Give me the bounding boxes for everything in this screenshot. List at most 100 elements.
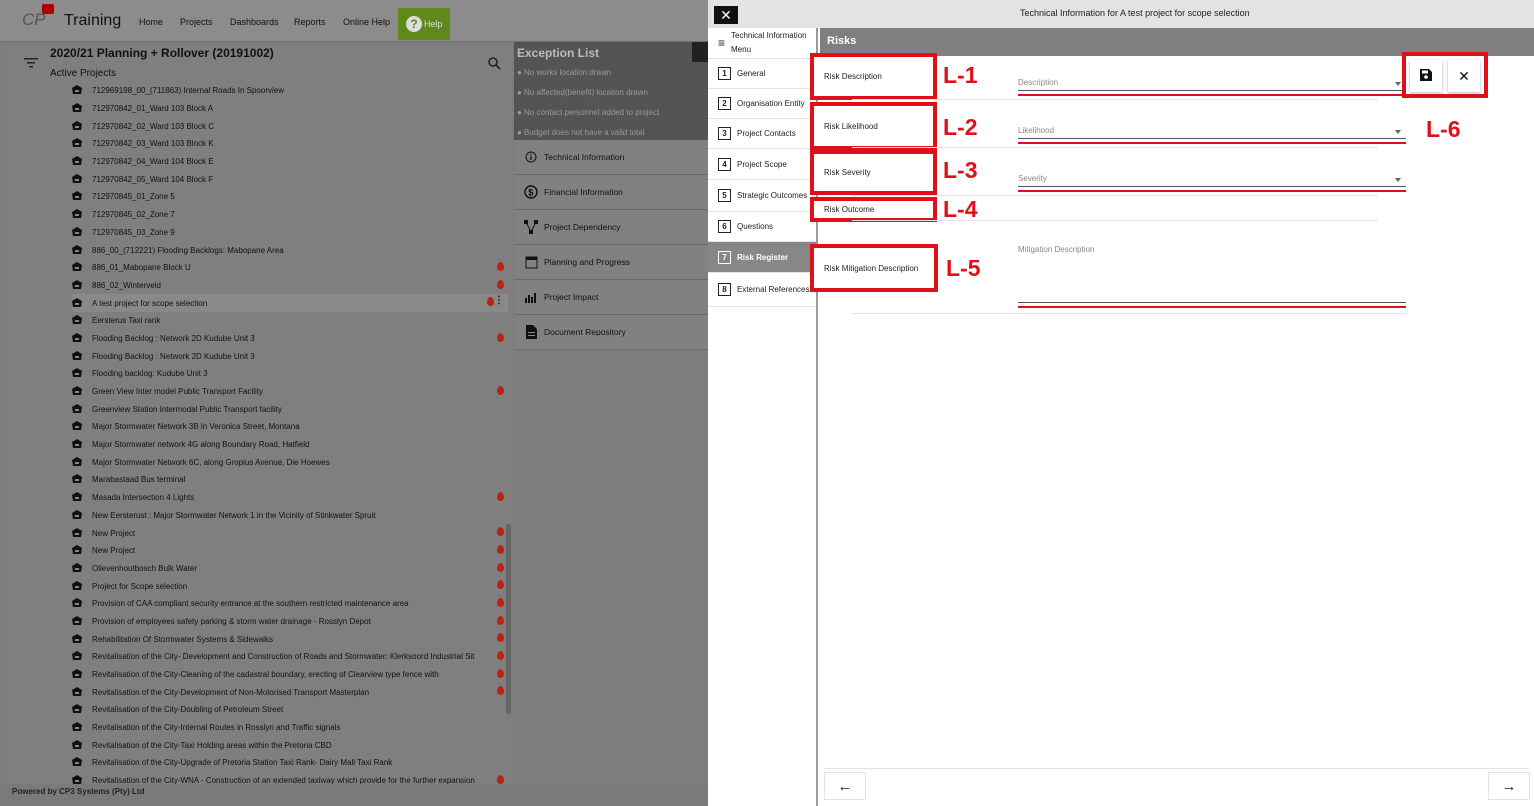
tech-menu-item[interactable]: 2 Organisation Entity bbox=[708, 89, 816, 119]
project-type-icon bbox=[72, 739, 84, 751]
nav-reports[interactable]: Reports bbox=[294, 17, 326, 27]
project-row[interactable]: Masada Intersection 4 Lights bbox=[72, 489, 508, 507]
project-row[interactable]: 712970845_02_Zone 7 bbox=[72, 206, 508, 224]
project-row[interactable]: Major Stormwater Network 6C, along Gropi… bbox=[72, 453, 508, 471]
project-row[interactable]: 712970842_01_Ward 103 Block A bbox=[72, 100, 508, 118]
project-row[interactable]: 712970842_04_Ward 104 Block E bbox=[72, 153, 508, 171]
project-row[interactable]: Revitalisation of the City-Development o… bbox=[72, 683, 508, 701]
project-row[interactable]: A test project for scope selection ⋮ bbox=[72, 294, 508, 312]
menu-technical-information[interactable]: Technical Information bbox=[514, 140, 708, 175]
project-list-title: 2020/21 Planning + Rollover (20191002) bbox=[50, 46, 274, 60]
warning-flag-icon bbox=[497, 279, 504, 289]
project-row[interactable]: Revitalisation of the City-Upgrade of Pr… bbox=[72, 754, 508, 772]
project-type-icon bbox=[72, 598, 84, 609]
project-type-icon bbox=[72, 332, 84, 344]
tech-menu-item[interactable]: 1 General bbox=[708, 59, 816, 89]
project-row[interactable]: Olievenhoutbosch Bulk Water bbox=[72, 560, 508, 578]
project-row[interactable]: Revitalisation of the City- Development … bbox=[72, 648, 508, 666]
nav-projects[interactable]: Projects bbox=[180, 17, 213, 27]
more-vertical-icon[interactable]: ⋮ bbox=[494, 295, 504, 306]
project-row-label: 712970842_01_Ward 103 Block A bbox=[92, 104, 214, 114]
mitigation-red-underline bbox=[1018, 306, 1406, 308]
project-type-icon bbox=[72, 386, 84, 397]
project-row[interactable]: Major Stormwater network 4G along Bounda… bbox=[72, 436, 508, 454]
description-select[interactable]: Description bbox=[1018, 78, 1058, 87]
filter-icon[interactable] bbox=[16, 48, 46, 78]
warning-flag-icon bbox=[497, 544, 504, 554]
tech-menu-item[interactable]: 5 Strategic Outcomes bbox=[708, 180, 816, 212]
tech-menu-item[interactable]: 4 Project Scope bbox=[708, 149, 816, 180]
project-row[interactable]: New Project bbox=[72, 542, 508, 560]
project-row[interactable]: 886_02_Winterveld bbox=[72, 277, 508, 295]
section-title: Risks bbox=[827, 35, 857, 47]
tech-menu-item[interactable]: 8 External References bbox=[708, 273, 816, 307]
project-type-icon bbox=[72, 633, 84, 645]
technical-information-menu: ≡ Technical Information Menu 1 General 2 Or… bbox=[708, 28, 818, 806]
project-row[interactable]: 712970842_05_Ward 104 Block F bbox=[72, 170, 508, 188]
project-row[interactable]: Flooding Backlog : Network 2D Kudube Uni… bbox=[72, 330, 508, 348]
warning-flag-icon bbox=[497, 261, 504, 271]
tech-menu-item[interactable]: 7 Risk Register bbox=[708, 242, 816, 273]
project-row[interactable]: 712970845_03_Zone 9 bbox=[72, 224, 508, 242]
project-row[interactable]: Major Stormwater Network 3B in Veronica … bbox=[72, 418, 508, 436]
project-type-icon bbox=[72, 722, 84, 733]
severity-select[interactable]: Severity bbox=[1018, 174, 1047, 183]
likelihood-select[interactable]: Likelihood bbox=[1018, 126, 1054, 135]
project-row[interactable]: Rehabilitation Of Stormwater Systems & S… bbox=[72, 630, 508, 648]
nav-dashboards[interactable]: Dashboards bbox=[230, 17, 279, 27]
mitigation-textarea[interactable]: Mitigation Description bbox=[1018, 245, 1094, 254]
nav-online-help[interactable]: Online Help bbox=[343, 17, 390, 27]
help-button[interactable]: ? Help bbox=[398, 8, 450, 40]
project-row[interactable]: Revitalisation of the City-Doubling of P… bbox=[72, 701, 508, 719]
project-row[interactable]: Flooding backlog: Kudube Unit 3 bbox=[72, 365, 508, 383]
project-row[interactable]: Green View Inter model Public Transport … bbox=[72, 383, 508, 401]
project-row[interactable]: Revitalisation of the City-Cleaning of t… bbox=[72, 666, 508, 684]
tech-menu-label: Risk Register bbox=[737, 252, 789, 262]
project-row[interactable]: New Eersterust : Major Stormwater Networ… bbox=[72, 507, 508, 525]
menu-planning-and-progress[interactable]: Planning and Progress bbox=[514, 245, 708, 280]
nav-home[interactable]: Home bbox=[139, 17, 163, 27]
project-type-icon bbox=[72, 173, 84, 185]
project-row-label: Flooding Backlog : Network 2D Kudube Uni… bbox=[92, 333, 255, 343]
tech-menu-item[interactable]: 3 Project Contacts bbox=[708, 119, 816, 149]
project-row[interactable]: 712970842_02_Ward 103 Block C bbox=[72, 117, 508, 135]
menu-project-dependency[interactable]: Project Dependency bbox=[514, 210, 708, 245]
tech-menu-item[interactable]: 6 Questions bbox=[708, 212, 816, 242]
close-button[interactable]: ✕ bbox=[1448, 60, 1480, 92]
menu-project-impact[interactable]: Project Impact bbox=[514, 280, 708, 315]
previous-button[interactable]: ← bbox=[824, 772, 866, 800]
project-row-label: New Project bbox=[92, 546, 136, 556]
project-row[interactable]: Provision of employees safety parking & … bbox=[72, 613, 508, 631]
save-button[interactable] bbox=[1410, 60, 1442, 92]
project-row[interactable]: Flooding Backlog : Network 2D Kudube Uni… bbox=[72, 347, 508, 365]
project-row[interactable]: 712970842_03_Ward 103 Block K bbox=[72, 135, 508, 153]
project-row[interactable]: 712970845_01_Zone 5 bbox=[72, 188, 508, 206]
project-row[interactable]: Marabastaad Bus terminal bbox=[72, 471, 508, 489]
project-row-label: Provision of CAA compliant security entr… bbox=[92, 599, 409, 609]
dependency-icon bbox=[524, 220, 538, 234]
project-row[interactable]: Revitalisation of the City-Taxi Holding … bbox=[72, 736, 508, 754]
annotation-l1: L-1 bbox=[943, 62, 978, 88]
project-row[interactable]: Revitalisation of the City-Internal Rout… bbox=[72, 719, 508, 737]
menu-header[interactable]: ≡ Technical Information Menu bbox=[708, 28, 816, 59]
project-row[interactable]: Provision of CAA compliant security entr… bbox=[72, 595, 508, 613]
project-row[interactable]: Project for Scope selection bbox=[72, 577, 508, 595]
project-row[interactable]: 886_00_(712221) Flooding Backlogs: Mabop… bbox=[72, 241, 508, 259]
close-dialog-icon[interactable]: ✕ bbox=[714, 6, 738, 24]
project-row[interactable]: Greenview Station Intermodal Public Tran… bbox=[72, 400, 508, 418]
next-button[interactable]: → bbox=[1488, 772, 1530, 800]
project-row[interactable]: 886_01_Mabopane Block U bbox=[72, 259, 508, 277]
project-row[interactable]: New Project bbox=[72, 524, 508, 542]
project-type-icon bbox=[72, 651, 84, 662]
background-app: CP Training Home Projects Dashboards Rep… bbox=[0, 0, 708, 806]
exception-list-toggle[interactable] bbox=[692, 42, 708, 62]
project-row-label: Provision of employees safety parking & … bbox=[92, 616, 371, 626]
project-row-label: 712970845_01_Zone 5 bbox=[92, 192, 175, 202]
menu-financial-information[interactable]: $ Financial Information bbox=[514, 175, 708, 210]
project-list-scrollbar[interactable] bbox=[506, 524, 511, 714]
annotation-l5: L-5 bbox=[946, 255, 981, 281]
project-row[interactable]: 712969198_00_(711863) Internal Roads In … bbox=[72, 82, 508, 100]
search-icon[interactable] bbox=[480, 52, 508, 74]
project-row[interactable]: Eersterus Taxi rank bbox=[72, 312, 508, 330]
menu-document-repository[interactable]: Document Repository bbox=[514, 315, 708, 350]
